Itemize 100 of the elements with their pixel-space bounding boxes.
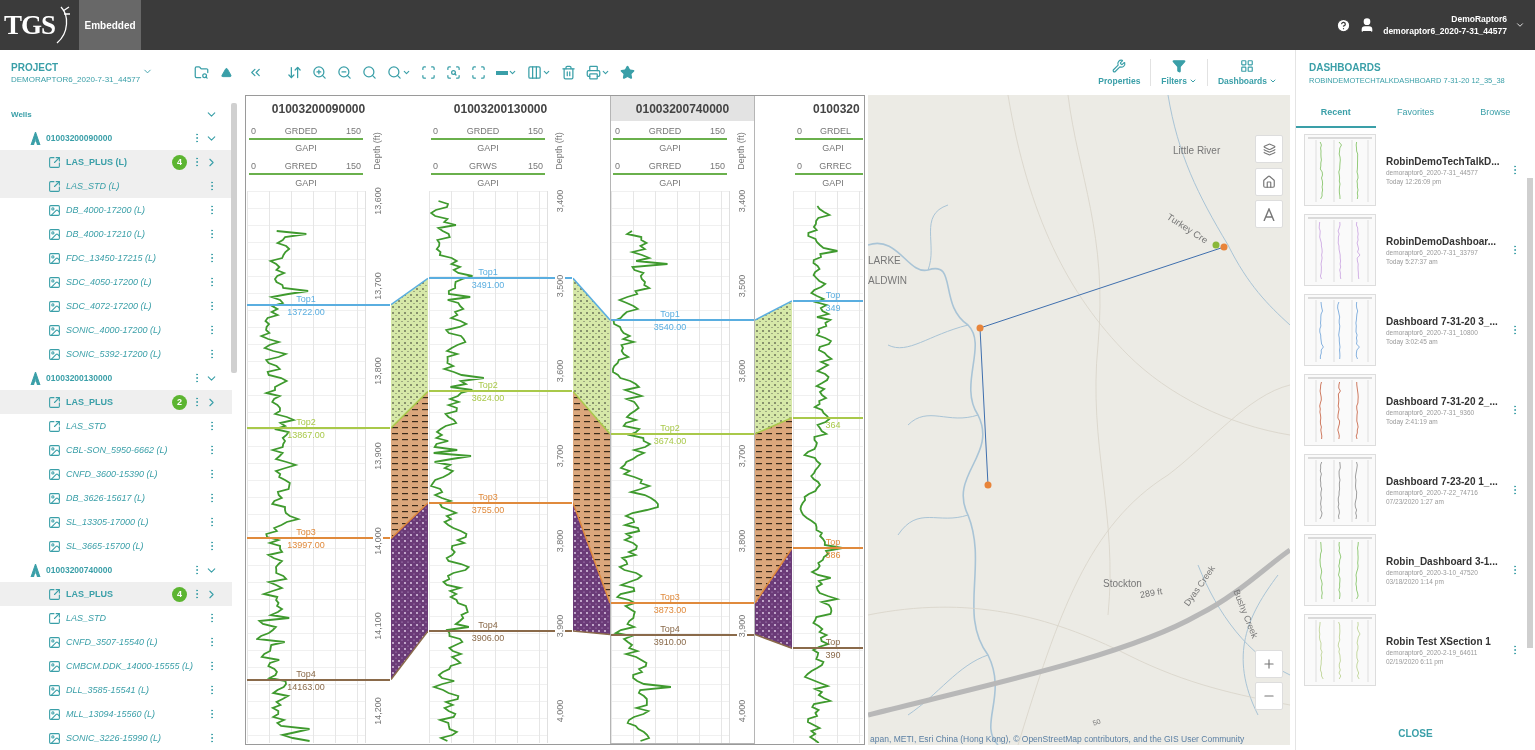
scrollbar[interactable] [1527,178,1533,648]
zoom-button[interactable] [362,65,377,80]
dashboard-thumbnail[interactable] [1304,614,1376,686]
toolbar-button[interactable]: Properties [1088,59,1151,86]
log-name: CBL-SON_5950-6662 (L) [66,445,168,455]
depth-axis-label: Depth (ft) [736,131,746,171]
well-name-header[interactable]: 0100320 [793,96,863,121]
caret-icon [508,68,517,77]
tab[interactable]: Recent [1296,98,1376,128]
log-name: CMBCM.DDK_14000-15555 (L) [66,661,194,671]
tree-item[interactable]: SONIC_4000-17200 (L) [0,318,232,342]
dashboard-name[interactable]: Robin_Dashboard 3-1... [1386,555,1499,567]
log-name: SL_13305-17000 (L) [66,517,149,527]
tree-item[interactable]: 01003200740000 [0,558,232,582]
tree-item[interactable]: LAS_STD (L) [0,174,232,198]
tree-item[interactable]: 01003200090000 [0,126,232,150]
dashboard-thumbnail[interactable] [1304,374,1376,446]
line-style-button[interactable] [496,68,517,77]
help-icon[interactable] [1336,17,1352,33]
tree-item[interactable]: MLL_13094-15560 (L) [0,702,232,726]
caret-icon [542,68,551,77]
zoom-in-button[interactable] [1255,650,1283,678]
basemap-button[interactable] [1255,200,1283,228]
tree-item[interactable]: LAS_STD [0,414,232,438]
tree-item[interactable]: DB_4000-17210 (L) [0,222,232,246]
well-marker[interactable] [984,481,992,489]
dashboard-thumbnail[interactable] [1304,134,1376,206]
caret-icon[interactable] [1515,20,1525,30]
top-depth: 3624.00 [471,393,505,404]
tree-item[interactable]: CNFD_3600-15390 (L) [0,462,232,486]
top-depth: 3755.00 [471,504,505,515]
tab[interactable]: Favorites [1375,98,1456,128]
home-button[interactable] [1255,168,1283,196]
dashboard-thumbnail[interactable] [1304,454,1376,526]
log-name: LAS_STD (L) [66,181,120,191]
tree-item[interactable]: 01003200130000 [0,366,232,390]
zoom-menu-button[interactable] [387,65,411,80]
curve-unit: GAPI [294,177,318,190]
fit-search-button[interactable] [446,65,461,80]
tree-item[interactable]: SL_3665-15700 (L) [0,534,232,558]
tree-item[interactable]: LAS_PLUS (L) 4 [0,150,232,174]
image-icon [48,731,61,745]
dashboard-name[interactable]: Dashboard 7-31-20 2_... [1386,395,1499,407]
depth-tick: 3,600 [737,358,747,384]
tab[interactable]: Browse [1455,98,1535,128]
favorite-button[interactable] [620,65,635,80]
layers-button[interactable] [1255,135,1283,163]
fit-button[interactable] [421,65,436,80]
well-marker[interactable] [1212,241,1220,249]
tree-item[interactable]: LAS_PLUS 2 [0,390,232,414]
dashboard-thumbnail[interactable] [1304,214,1376,286]
dashboard-name[interactable]: RobinDemoTechTalkD... [1386,155,1499,167]
tree-item[interactable]: FDC_13450-17215 (L) [0,246,232,270]
toolbar-button[interactable]: Filters [1150,59,1207,86]
tree-item[interactable]: DLL_3585-15541 (L) [0,678,232,702]
dashboard-name[interactable]: Dashboard 7-31-20 3_... [1386,315,1499,327]
scrollbar[interactable] [231,103,237,373]
tree-group[interactable]: Wells [0,102,232,126]
tree-item[interactable]: CMBCM.DDK_14000-15555 (L) [0,654,232,678]
toolbar-button[interactable]: Dashboards [1206,59,1287,86]
expand-vertical-button[interactable] [287,65,302,80]
delete-button[interactable] [561,65,576,80]
columns-button[interactable] [527,65,551,80]
tree-item[interactable]: DB_3626-15617 (L) [0,486,232,510]
folder-filter-icon[interactable] [194,65,209,80]
tree-item[interactable]: SDC_4050-17200 (L) [0,270,232,294]
tree-item[interactable]: LAS_PLUS 4 [0,582,232,606]
collapse-icon[interactable] [221,67,232,78]
dashboard-name[interactable]: RobinDemoDashboar... [1386,235,1499,247]
tree-item[interactable]: SL_13305-17000 (L) [0,510,232,534]
print-button[interactable] [586,65,610,80]
tree-item[interactable]: SONIC_3226-15990 (L) [0,726,232,750]
well-name-header[interactable]: 01003200090000 [247,96,390,121]
log-name: SONIC_4000-17200 (L) [66,325,162,335]
tree-item[interactable]: DB_4000-17200 (L) [0,198,232,222]
expand-vertical-icon [287,65,302,80]
well-name-header[interactable]: 01003200130000 [429,96,572,121]
header-tab[interactable]: Embedded [79,0,142,50]
curve-unit: GAPI [476,142,500,155]
well-marker[interactable] [1220,243,1228,251]
count-badge: 2 [172,394,187,410]
dashboard-name[interactable]: Dashboard 7-23-20 1_... [1386,475,1499,487]
zoom-in-button[interactable] [312,65,327,80]
well-name-header[interactable]: 01003200740000 [611,96,754,121]
tree-item[interactable]: LAS_STD [0,606,232,630]
tree-item[interactable]: CNFD_3507-15540 (L) [0,630,232,654]
dashboard-thumbnail[interactable] [1304,294,1376,366]
log-name: LAS_STD [66,613,107,623]
fit-all-button[interactable] [471,65,486,80]
derrick-icon [30,131,41,145]
curve-unit: GAPI [821,177,845,190]
dashboard-thumbnail[interactable] [1304,534,1376,606]
zoom-out-button[interactable] [337,65,352,80]
tree-item[interactable]: CBL-SON_5950-6662 (L) [0,438,232,462]
dashboard-name[interactable]: Robin Test XSection 1 [1386,635,1499,647]
well-marker[interactable] [976,324,984,332]
close-button[interactable]: CLOSE [1392,727,1439,740]
tree-item[interactable]: SDC_4072-17200 (L) [0,294,232,318]
zoom-out-button[interactable] [1255,682,1283,710]
tree-item[interactable]: SONIC_5392-17200 (L) [0,342,232,366]
